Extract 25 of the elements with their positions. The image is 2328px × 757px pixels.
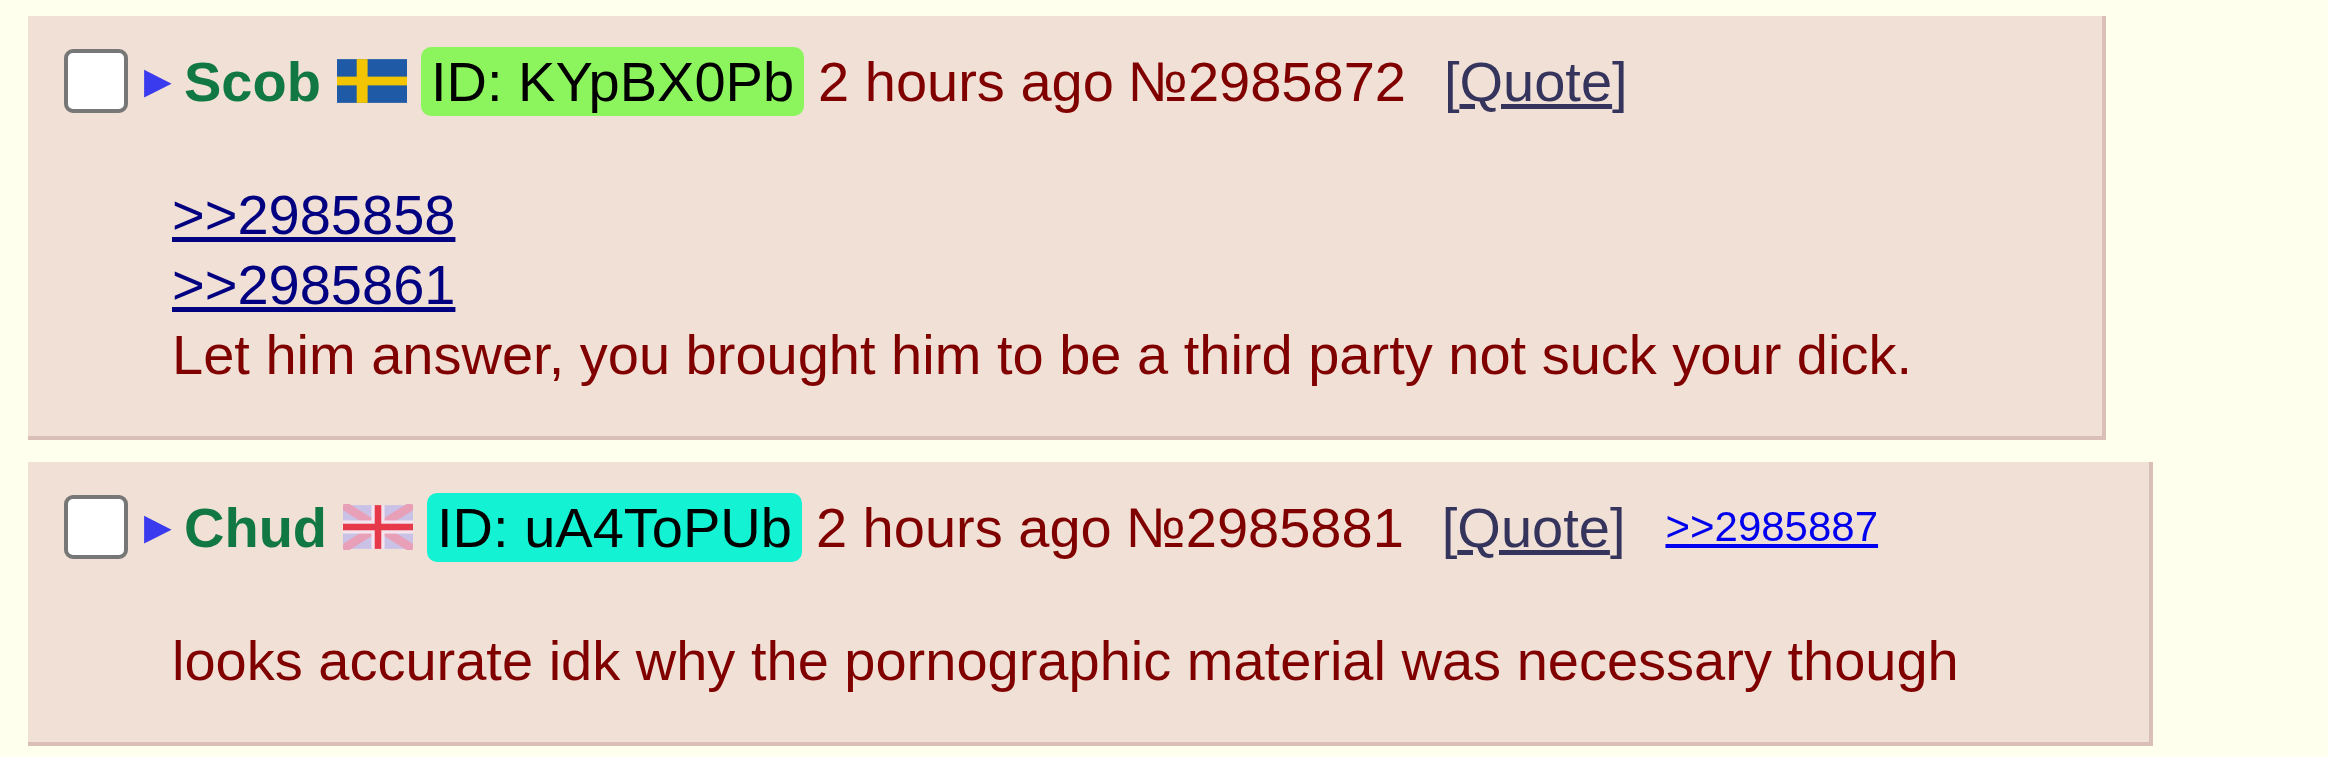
post-text: looks accurate idk why the pornographic material was necessary though [172,629,1959,692]
quote-reference-link[interactable]: >>2985861 [172,253,456,316]
quote-link[interactable]: Quote [1457,495,1610,559]
poster-name: Chud [184,494,328,560]
quote-link[interactable]: Quote [1459,49,1613,113]
poster-name: Scob [184,48,321,114]
post-text: Let him answer, you brought him to be a third party not suck your dick. [172,323,1912,386]
expand-toggle[interactable]: ▶ [144,60,172,102]
poster-id-badge: ID: KYpBX0Pb [420,46,805,116]
reply-link[interactable]: >>2985887 [1665,503,1879,551]
bracket: ] [1609,495,1626,559]
checkbox[interactable] [64,495,128,559]
post-time: 2 hours ago [818,48,1114,114]
post-number[interactable]: №2985881 [1125,494,1404,560]
poster-id-badge: ID: uA4ToPUb [427,492,802,562]
post-time: 2 hours ago [815,494,1112,560]
bracket: ] [1612,49,1628,113]
post-number[interactable]: №2985872 [1127,48,1406,114]
expand-toggle[interactable]: ▶ [144,506,172,548]
flag-icon [336,58,407,104]
checkbox[interactable] [64,49,128,113]
bracket: [ [1441,495,1458,559]
quote-reference-link[interactable]: >>2985858 [172,183,456,246]
flag-icon [343,504,414,550]
bracket: [ [1443,49,1460,113]
